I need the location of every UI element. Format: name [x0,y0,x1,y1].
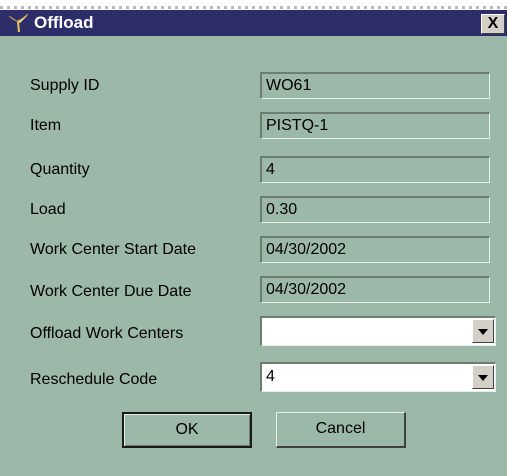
item-label: Item [30,117,62,134]
quantity-field: 4 [260,156,490,183]
reschedule-code-value: 4 [266,368,275,385]
offload-work-centers-dropdown[interactable] [260,316,496,346]
due-date-label: Work Center Due Date [30,283,192,300]
supply-id-field: WO61 [260,72,490,99]
reschedule-code-label: Reschedule Code [30,371,158,388]
load-label: Load [30,201,66,218]
ok-button[interactable]: OK [122,412,252,448]
due-date-field: 04/30/2002 [260,276,490,303]
title-bar[interactable]: Offload X [0,10,507,36]
start-date-label: Work Center Start Date [30,241,196,258]
chevron-down-icon[interactable] [472,319,494,343]
close-button[interactable]: X [481,14,505,34]
offload-work-centers-label: Offload Work Centers [30,325,184,342]
supply-id-label: Supply ID [30,77,100,94]
window-title: Offload [34,13,94,32]
start-date-field: 04/30/2002 [260,236,490,263]
quantity-label: Quantity [30,161,90,178]
reschedule-code-dropdown[interactable]: 4 [260,362,496,392]
load-field: 0.30 [260,196,490,223]
offload-dialog: Offload X Supply ID WO61 Item PISTQ-1 Qu… [0,10,507,476]
background-dots [0,6,507,9]
item-field: PISTQ-1 [260,112,490,139]
cancel-button[interactable]: Cancel [276,412,406,448]
chevron-down-icon[interactable] [472,365,494,389]
offload-app-icon [8,13,30,33]
